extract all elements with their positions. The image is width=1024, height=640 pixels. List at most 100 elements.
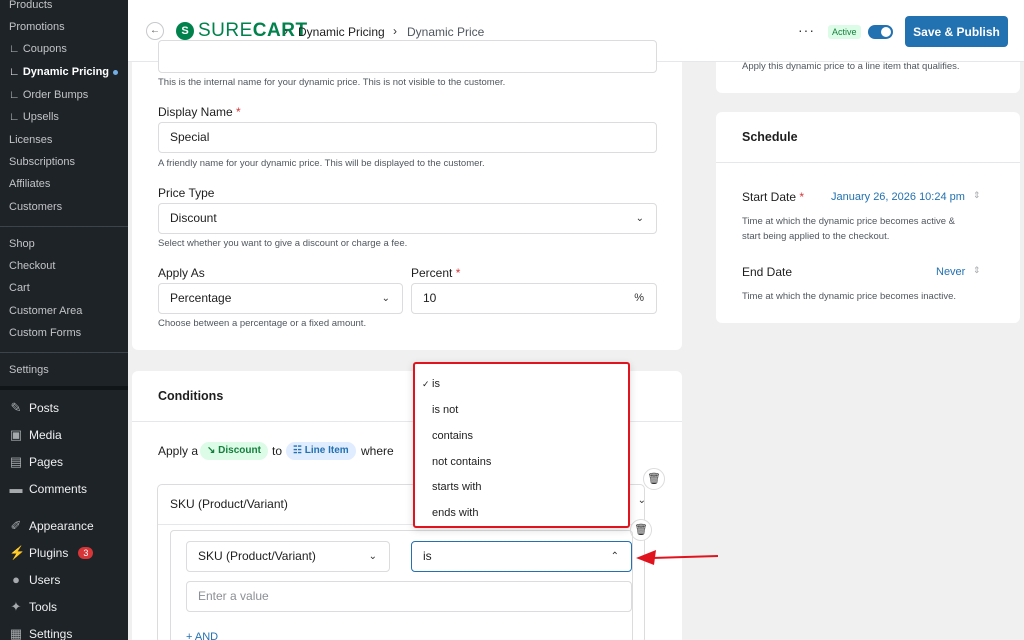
more-options-icon[interactable]: ··· — [798, 22, 815, 38]
trash-icon: 🗑 — [647, 473, 661, 485]
display-name-label: Display Name * — [158, 105, 241, 119]
breadcrumb-dynamic-pricing[interactable]: Dynamic Pricing — [298, 25, 385, 39]
where-text: where — [361, 444, 394, 458]
sidebar-item-products[interactable]: Products — [9, 0, 52, 11]
wrench-icon: ✦ — [10, 599, 22, 614]
menu-comments[interactable]: ▬ Comments — [9, 482, 88, 497]
check-icon: ✓ — [422, 379, 430, 389]
display-name-help: A friendly name for your dynamic price. … — [158, 158, 485, 169]
stepper-icon[interactable]: ⇕ — [973, 265, 981, 276]
surecart-logo-icon: S — [176, 22, 194, 40]
breadcrumb-chevron-icon: › — [393, 24, 397, 38]
start-date-picker[interactable]: January 26, 2026 10:24 pm — [831, 191, 965, 203]
name-field[interactable] — [158, 40, 657, 73]
menu-settings[interactable]: ▦ Settings — [9, 626, 73, 640]
end-date-picker[interactable]: Never — [936, 266, 965, 278]
active-toggle[interactable] — [868, 25, 893, 39]
to-text: to — [272, 444, 283, 458]
option-is-not[interactable]: is not — [432, 404, 458, 416]
red-arrow-icon — [636, 550, 719, 565]
start-date-label: Start Date * — [742, 190, 805, 204]
sidebar-item-order-bumps[interactable]: ∟ Order Bumps — [9, 89, 88, 101]
brush-icon: ✐ — [10, 518, 22, 533]
operator-dropdown-menu: ✓ is is not contains not contains starts… — [413, 362, 630, 528]
back-button[interactable]: ← — [146, 22, 164, 40]
user-icon: ● — [12, 572, 20, 587]
menu-tools[interactable]: ✦ Tools — [9, 599, 57, 615]
stepper-icon[interactable]: ⇕ — [973, 190, 981, 201]
percent-label: Percent * — [411, 266, 461, 280]
option-ends-with[interactable]: ends with — [432, 507, 478, 519]
price-type-label: Price Type — [158, 186, 215, 200]
display-name-input[interactable]: Special — [158, 122, 657, 153]
discount-pill: ↘ Discount — [200, 442, 268, 460]
sidebar-item-custom-forms[interactable]: Custom Forms — [9, 327, 81, 339]
rule-operator-select[interactable]: is ⌃ — [411, 541, 632, 572]
apply-a-text: Apply a — [158, 444, 199, 458]
apply-as-select[interactable]: Percentage ⌄ — [158, 283, 403, 314]
chevron-down-icon: ⌄ — [635, 213, 644, 224]
menu-posts[interactable]: ✎ Posts — [9, 401, 59, 416]
plug-icon: ⚡ — [9, 545, 26, 560]
start-date-help-1: Time at which the dynamic price becomes … — [742, 216, 955, 227]
status-badge: Active — [828, 25, 861, 39]
sidebar-item-promotions[interactable]: Promotions — [9, 21, 65, 33]
conditions-title: Conditions — [158, 389, 224, 403]
save-publish-button[interactable]: Save & Publish — [905, 16, 1008, 47]
option-starts-with[interactable]: starts with — [432, 481, 482, 493]
sidebar-item-dynamic-pricing[interactable]: ∟ Dynamic Pricing — [9, 66, 119, 78]
sidebar-item-cart[interactable]: Cart — [9, 282, 30, 294]
percent-suffix: % — [634, 292, 644, 304]
menu-plugins[interactable]: ⚡ Plugins 3 — [9, 545, 94, 560]
sidebar-item-customers[interactable]: Customers — [9, 201, 62, 213]
sidebar-item-customer-area[interactable]: Customer Area — [9, 305, 82, 317]
sidebar-item-settings-sc[interactable]: Settings — [9, 364, 49, 376]
rule-value-input[interactable]: Enter a value — [186, 581, 632, 612]
menu-media[interactable]: ▣ Media — [9, 427, 62, 443]
plugins-update-badge: 3 — [78, 547, 94, 559]
sidebar-divider — [0, 352, 128, 353]
menu-appearance[interactable]: ✐ Appearance — [9, 518, 94, 534]
media-icon: ▣ — [9, 427, 23, 442]
option-not-contains[interactable]: not contains — [432, 456, 491, 468]
rule-field-select[interactable]: SKU (Product/Variant) ⌄ — [186, 541, 390, 572]
apply-as-help: Choose between a percentage or a fixed a… — [158, 318, 367, 329]
sidebar-divider — [0, 386, 128, 390]
delete-group-button[interactable]: 🗑 — [643, 468, 665, 490]
line-item-pill: ☷ Line Item — [286, 442, 356, 460]
schedule-title: Schedule — [742, 130, 798, 144]
settings-icon: ▦ — [9, 626, 23, 640]
sidebar-item-shop[interactable]: Shop — [9, 238, 35, 250]
sidebar-item-checkout[interactable]: Checkout — [9, 260, 55, 272]
schedule-card: Schedule Start Date * January 26, 2026 1… — [716, 112, 1020, 323]
breadcrumb-dynamic-price: Dynamic Price — [407, 25, 485, 39]
option-is[interactable]: is — [432, 378, 440, 390]
sidebar-item-coupons[interactable]: ∟ Coupons — [9, 43, 67, 55]
applies-card: Apply this dynamic price to a line item … — [716, 61, 1020, 93]
chevron-down-icon: ⌄ — [368, 551, 377, 562]
divider — [716, 162, 1020, 163]
pages-icon: ▤ — [9, 454, 23, 469]
chevron-down-icon[interactable]: ⌄ — [638, 495, 646, 506]
price-type-help: Select whether you want to give a discou… — [158, 238, 408, 249]
sidebar-divider — [0, 226, 128, 227]
menu-pages[interactable]: ▤ Pages — [9, 454, 63, 470]
sidebar-item-subscriptions[interactable]: Subscriptions — [9, 156, 75, 168]
price-type-select[interactable]: Discount ⌄ — [158, 203, 657, 234]
end-date-label: End Date — [742, 265, 793, 279]
name-help: This is the internal name for your dynam… — [158, 77, 506, 88]
active-dot-icon — [113, 69, 119, 75]
menu-users[interactable]: ● Users — [9, 572, 60, 588]
condition-rule: SKU (Product/Variant) ⌄ is ⌃ Enter a value… — [170, 530, 633, 640]
delete-rule-button[interactable]: 🗑 — [630, 519, 652, 541]
end-date-help: Time at which the dynamic price becomes … — [742, 291, 957, 302]
add-and-button[interactable]: + AND — [186, 631, 218, 640]
sidebar-item-licenses[interactable]: Licenses — [9, 134, 52, 146]
details-card: This is the internal name for your dynam… — [132, 40, 682, 350]
option-contains[interactable]: contains — [432, 430, 473, 442]
sidebar-item-upsells[interactable]: ∟ Upsells — [9, 111, 59, 123]
chevron-up-icon: ⌃ — [610, 551, 619, 562]
sidebar-item-affiliates[interactable]: Affiliates — [9, 178, 50, 190]
percent-input[interactable]: 10% — [411, 283, 657, 314]
breadcrumb-chevron-icon: › — [284, 24, 288, 38]
